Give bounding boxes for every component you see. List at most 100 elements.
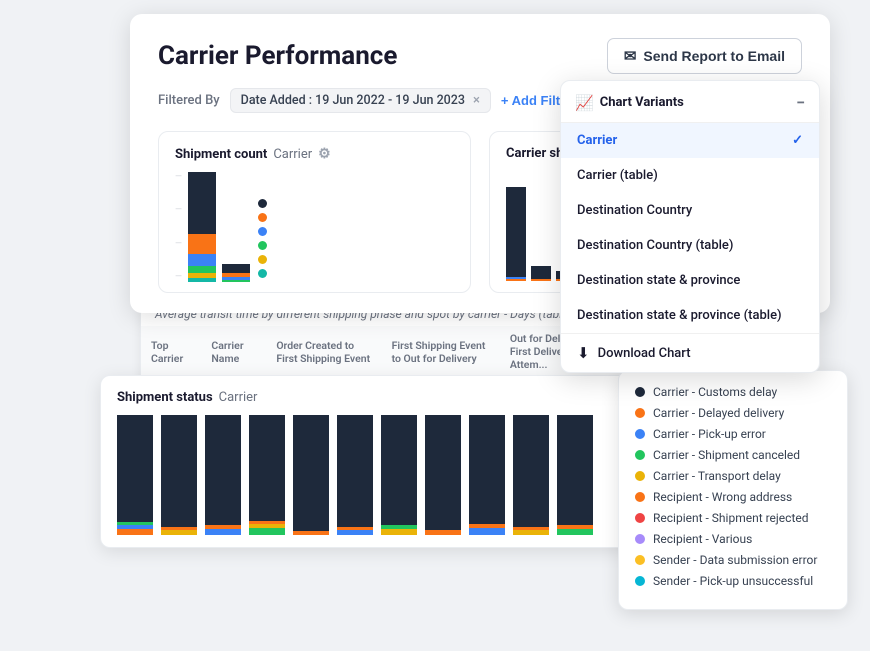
dot-dark [258,199,267,208]
dot-green [258,241,267,250]
legend-item-5: Recipient - Wrong address [635,490,831,504]
bottom-bar [205,415,241,535]
bottom-bar [381,415,417,535]
dropdown-item-label: Carrier (table) [577,168,658,183]
legend-item-4: Carrier - Transport delay [635,469,831,483]
legend-color-0 [635,387,645,397]
send-report-label: Send Report to Email [643,48,785,64]
legend-color-8 [635,555,645,565]
legend-label-2: Carrier - Pick-up error [653,427,766,441]
dropdown-header: 📈 Chart Variants − [561,81,819,123]
bottom-bar [557,415,593,535]
seg-orange [188,234,216,254]
dropdown-item-label: Carrier [577,133,617,148]
legend-item-2: Carrier - Pick-up error [635,427,831,441]
shipment-count-chart-card: Shipment count Carrier ⚙ — — — — [158,131,471,293]
legend-color-4 [635,471,645,481]
bar-stack-1 [188,172,216,282]
download-icon: ⬇ [577,344,590,362]
legend-label-6: Recipient - Shipment rejected [653,511,809,525]
chart1-settings-icon[interactable]: ⚙ [318,146,331,162]
dot-teal [258,269,267,278]
legend-label-8: Sender - Data submission error [653,553,817,567]
collapse-icon[interactable]: − [796,93,805,112]
filter-chip[interactable]: Date Added : 19 Jun 2022 - 19 Jun 2023 × [230,88,491,113]
legend-item-7: Recipient - Various [635,532,831,546]
bar-stack-2 [222,264,250,282]
dropdown-item-carrier[interactable]: Carrier ✓ [561,123,819,158]
col-carrier-name: Carrier Name [201,326,266,378]
seg-dark [188,172,216,234]
dropdown-item-destination-state[interactable]: Destination state & province [561,263,819,298]
download-chart-button[interactable]: ⬇ Download Chart [561,333,819,372]
legend-label-1: Carrier - Delayed delivery [653,406,784,420]
seg-blue [188,254,216,266]
legend-label-7: Recipient - Various [653,532,752,546]
bottom-bar [117,415,153,535]
header-row: Carrier Performance ✉ Send Report to Ema… [158,38,802,74]
col-first-shipping: First Shipping Event to Out for Delivery [382,326,500,378]
col-order-created: Order Created to First Shipping Event [266,326,381,378]
dropdown-item-carrier-table[interactable]: Carrier (table) [561,158,819,193]
bottom-bar [469,415,505,535]
dropdown-item-label: Destination state & province [577,273,740,288]
legend-dots-1 [258,199,267,282]
bottom-bar [513,415,549,535]
bottom-bar [161,415,197,535]
envelope-icon: ✉ [624,47,637,65]
dropdown-item-label: Destination Country (table) [577,238,733,253]
legend-card: Carrier - Customs delay Carrier - Delaye… [618,370,848,610]
legend-color-6 [635,513,645,523]
legend-label-4: Carrier - Transport delay [653,469,781,483]
legend-item-6: Recipient - Shipment rejected [635,511,831,525]
bottom-bar [337,415,373,535]
bottom-bar [249,415,285,535]
chart-variants-dropdown: 📈 Chart Variants − Carrier ✓ Carrier (ta… [560,80,820,373]
chart-variants-icon: 📈 [575,94,594,112]
legend-color-5 [635,492,645,502]
vol-bar-1 [506,187,526,281]
legend-label-9: Sender - Pick-up unsuccessful [653,574,813,588]
legend-color-9 [635,576,645,586]
page-title: Carrier Performance [158,41,397,71]
checkmark-icon: ✓ [792,133,803,148]
chart1-area: — — — — [175,172,454,282]
download-label: Download Chart [598,346,691,361]
vol-bar-2 [531,266,551,281]
dot-orange [258,213,267,222]
dropdown-item-label: Destination state & province (table) [577,308,782,323]
legend-item-0: Carrier - Customs delay [635,385,831,399]
legend-color-7 [635,534,645,544]
bottom-bar [425,415,461,535]
seg-teal [188,278,216,282]
chart1-title: Shipment count Carrier ⚙ [175,146,454,162]
seg-green [188,266,216,273]
col-top-carrier: Top Carrier [141,326,201,378]
dropdown-item-label: Destination Country [577,203,692,218]
legend-item-8: Sender - Data submission error [635,553,831,567]
close-filter-icon[interactable]: × [473,93,480,108]
legend-item-9: Sender - Pick-up unsuccessful [635,574,831,588]
send-report-button[interactable]: ✉ Send Report to Email [607,38,802,74]
legend-label-0: Carrier - Customs delay [653,385,777,399]
legend-label-3: Carrier - Shipment canceled [653,448,800,462]
dot-blue [258,227,267,236]
seg-green-s [222,280,250,282]
dropdown-item-destination-state-table[interactable]: Destination state & province (table) [561,298,819,333]
dropdown-item-destination-country[interactable]: Destination Country [561,193,819,228]
legend-color-2 [635,429,645,439]
bottom-bar [293,415,329,535]
legend-color-1 [635,408,645,418]
filter-chip-text: Date Added : 19 Jun 2022 - 19 Jun 2023 [241,93,465,108]
bar-area-1 [188,172,250,282]
y-labels: — — — — [175,172,188,282]
dot-yellow [258,255,267,264]
seg-dark-s [222,264,250,273]
legend-color-3 [635,450,645,460]
filter-label: Filtered By [158,93,220,108]
legend-item-1: Carrier - Delayed delivery [635,406,831,420]
legend-item-3: Carrier - Shipment canceled [635,448,831,462]
dropdown-item-destination-country-table[interactable]: Destination Country (table) [561,228,819,263]
dropdown-title: Chart Variants [600,95,684,110]
legend-label-5: Recipient - Wrong address [653,490,792,504]
